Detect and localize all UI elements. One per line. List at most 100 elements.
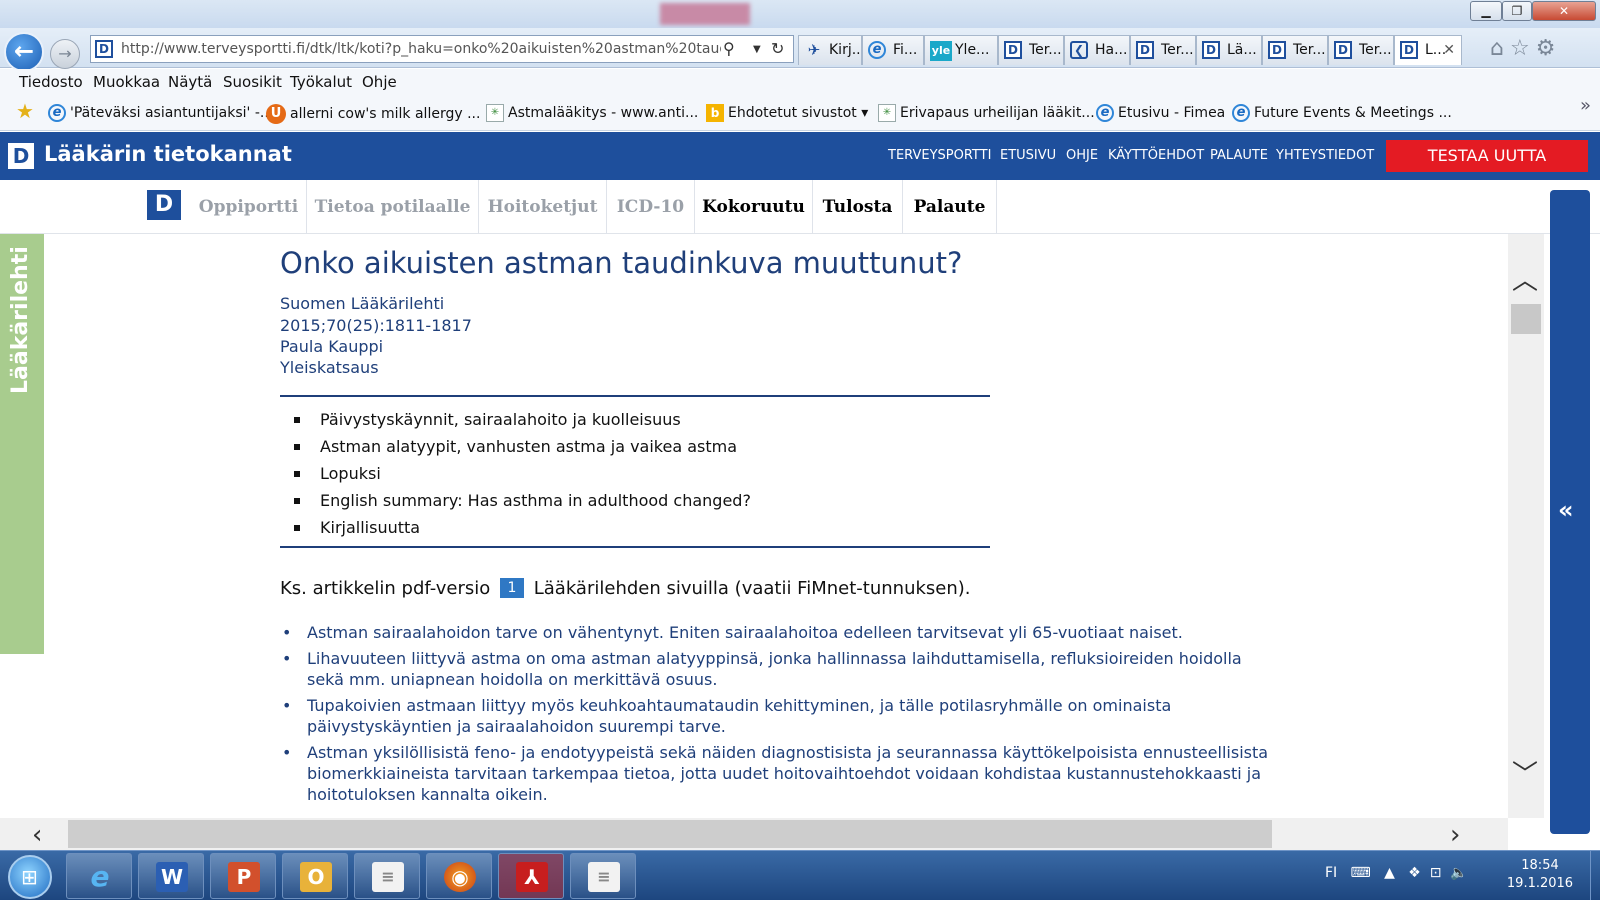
dropbox-icon[interactable]: ❖ (1408, 865, 1421, 881)
menu-file[interactable]: Tiedosto (19, 73, 83, 91)
key-point: Astman sairaalahoidon tarve on vähentyny… (280, 622, 1280, 643)
try-new-version-button[interactable]: TESTAA UUTTA VERSIOTA! (1386, 140, 1588, 197)
pdf-link-badge[interactable]: 1 (500, 578, 524, 598)
tab-tietoa-potilaalle[interactable]: Tietoa potilaalle (307, 180, 479, 234)
scroll-left-icon[interactable]: ‹ (32, 820, 42, 850)
address-bar[interactable]: D ⚲ ▼ ↻ (90, 35, 794, 63)
favorites-star-icon[interactable]: ★ (16, 99, 34, 123)
scroll-right-icon[interactable]: › (1450, 820, 1460, 850)
browser-tab-active[interactable]: D L... ✕ (1394, 35, 1462, 65)
taskbar-app-outlook[interactable]: O (282, 853, 348, 899)
tab-kokoruutu[interactable]: Kokoruutu (695, 180, 813, 234)
forward-button[interactable]: → (50, 39, 80, 69)
tab-label: Ter... (1293, 42, 1326, 58)
maximize-button[interactable]: ❐ (1502, 1, 1532, 21)
tab-oppiportti[interactable]: Oppiportti (191, 180, 307, 234)
toc-item[interactable]: English summary: Has asthma in adulthood… (280, 491, 990, 518)
browser-tab[interactable]: D Lä... (1196, 35, 1262, 65)
taskbar-app-internet-explorer[interactable]: e (66, 853, 132, 899)
browser-tab[interactable]: D Ter... (1130, 35, 1196, 65)
start-button[interactable]: ⊞ (8, 855, 52, 899)
site-logo[interactable]: D (8, 143, 34, 169)
browser-tab[interactable]: D Ter... (1328, 35, 1394, 65)
browser-tab[interactable]: D Ter... (998, 35, 1064, 65)
back-button[interactable]: ← (4, 32, 44, 72)
toc-item[interactable]: Päivystyskäynnit, sairaalahoito ja kuoll… (280, 410, 990, 437)
tab-icd-10[interactable]: ICD-10 (607, 180, 695, 234)
keyboard-icon[interactable]: ⌨ (1351, 865, 1371, 881)
menu-favorites[interactable]: Suosikit (223, 73, 282, 91)
favorite-link[interactable]: e Etusivu - Fimea (1096, 104, 1225, 122)
taskbar-app-notepad[interactable]: ≡ (570, 853, 636, 899)
clock[interactable]: 18:54 19.1.2016 (1500, 857, 1580, 893)
toc-item[interactable]: Lopuksi (280, 464, 990, 491)
toc-item[interactable]: Kirjallisuutta (280, 518, 990, 545)
favorite-link[interactable]: e 'Päteväksi asiantuntijaksi' -... (48, 104, 273, 122)
menu-edit[interactable]: Muokkaa (93, 73, 160, 91)
tab-tulosta[interactable]: Tulosta (813, 180, 903, 234)
menu-tools[interactable]: Työkalut (290, 73, 352, 91)
browser-tab[interactable]: ✈ Kirj... (798, 35, 862, 65)
minimize-button[interactable]: ▁ (1470, 1, 1502, 21)
favorites-star-icon[interactable]: ☆ (1510, 36, 1536, 61)
browser-tab[interactable]: ❮ Ha... (1064, 35, 1130, 65)
taskbar-app-word[interactable]: W (138, 853, 204, 899)
favorite-label: Erivapaus urheilijan lääkit... (900, 105, 1095, 121)
refresh-icon[interactable]: ↻ (771, 39, 784, 58)
network-icon[interactable]: ⊡ (1430, 865, 1442, 881)
scroll-thumb[interactable] (68, 820, 1272, 848)
favorite-link[interactable]: ✳ Astmalääkitys - www.anti... (486, 104, 698, 122)
pdf-text-before: Ks. artikkelin pdf-versio (280, 578, 491, 599)
scroll-down-icon[interactable]: ﹀ (1512, 754, 1538, 791)
page-icon: ✳ (486, 104, 504, 122)
topnav-etusivu[interactable]: ETUSIVU (1000, 148, 1056, 163)
toc-item[interactable]: Astman alatyypit, vanhusten astma ja vai… (280, 437, 990, 464)
close-tab-icon[interactable]: ✕ (1443, 36, 1455, 64)
favorite-label: Etusivu - Fimea (1118, 105, 1226, 121)
browser-tab[interactable]: yle Yle... (924, 35, 998, 65)
double-chevron-right-icon[interactable]: » (1580, 95, 1591, 116)
duodecim-icon: D (95, 40, 113, 58)
volume-icon[interactable]: 🔈 (1450, 865, 1467, 881)
favorite-link[interactable]: ✳ Erivapaus urheilijan lääkit... (878, 104, 1095, 122)
favorites-bar: ★ e 'Päteväksi asiantuntijaksi' -... Uall… (0, 95, 1600, 131)
system-tray: FI ⌨ ▲ ❖ ⊡ 🔈 (1325, 865, 1468, 881)
topnav-ohje[interactable]: OHJE (1066, 148, 1098, 163)
show-desktop-button[interactable] (1590, 851, 1600, 900)
topnav-terveysportti[interactable]: TERVEYSPORTTI (888, 148, 991, 163)
chevron-down-icon[interactable]: ▼ (753, 44, 761, 55)
search-icon[interactable]: ⚲ (723, 39, 735, 58)
site-name[interactable]: Lääkärin tietokannat (44, 142, 292, 166)
favorite-label: Ehdotetut sivustot (728, 105, 857, 121)
favorite-link[interactable]: Uallerni cow's milk allergy ... (266, 104, 480, 124)
language-indicator[interactable]: FI (1325, 865, 1337, 881)
taskbar-app-powerpoint[interactable]: P (210, 853, 276, 899)
scroll-thumb[interactable] (1511, 304, 1541, 334)
favorite-link[interactable]: e Future Events & Meetings ... (1232, 104, 1452, 122)
collapse-panel-button[interactable]: « (1550, 190, 1590, 834)
tab-hoitoketjut[interactable]: Hoitoketjut (479, 180, 607, 234)
topnav-palaute[interactable]: PALAUTE (1210, 148, 1268, 163)
favorite-link[interactable]: b Ehdotetut sivustot ▾ (706, 104, 868, 122)
vertical-scrollbar[interactable]: ︿ ﹀ (1508, 234, 1544, 818)
taskbar-app-notepad[interactable]: ≡ (354, 853, 420, 899)
horizontal-scrollbar[interactable]: ‹ › (0, 818, 1508, 850)
topnav-kayttoehdot[interactable]: KÄYTTÖEHDOT (1108, 148, 1204, 163)
taskbar-app-firefox[interactable]: ◉ (426, 853, 492, 899)
browser-tab[interactable]: e Fi... (862, 35, 924, 65)
close-window-button[interactable]: ✕ (1532, 1, 1596, 21)
tab-label: Ter... (1359, 42, 1392, 58)
topnav-yhteystiedot[interactable]: YHTEYSTIEDOT (1276, 148, 1374, 163)
taskbar: ⊞ e W P O ≡ ◉ ⅄ ≡ FI ⌨ ▲ ❖ ⊡ 🔈 18:54 19.… (0, 850, 1600, 900)
gear-icon[interactable]: ⚙ (1536, 36, 1562, 61)
browser-tab[interactable]: D Ter... (1262, 35, 1328, 65)
tab-palaute[interactable]: Palaute (903, 180, 997, 234)
home-icon[interactable]: ⌂ (1490, 36, 1510, 61)
bird-icon: ✈ (807, 41, 821, 59)
scroll-up-icon[interactable]: ︿ (1512, 260, 1538, 297)
taskbar-app-acrobat[interactable]: ⅄ (498, 853, 564, 899)
chevron-up-icon[interactable]: ▲ (1384, 865, 1395, 881)
menu-view[interactable]: Näytä (168, 73, 212, 91)
menu-help[interactable]: Ohje (362, 73, 397, 91)
url-input[interactable] (121, 39, 721, 59)
